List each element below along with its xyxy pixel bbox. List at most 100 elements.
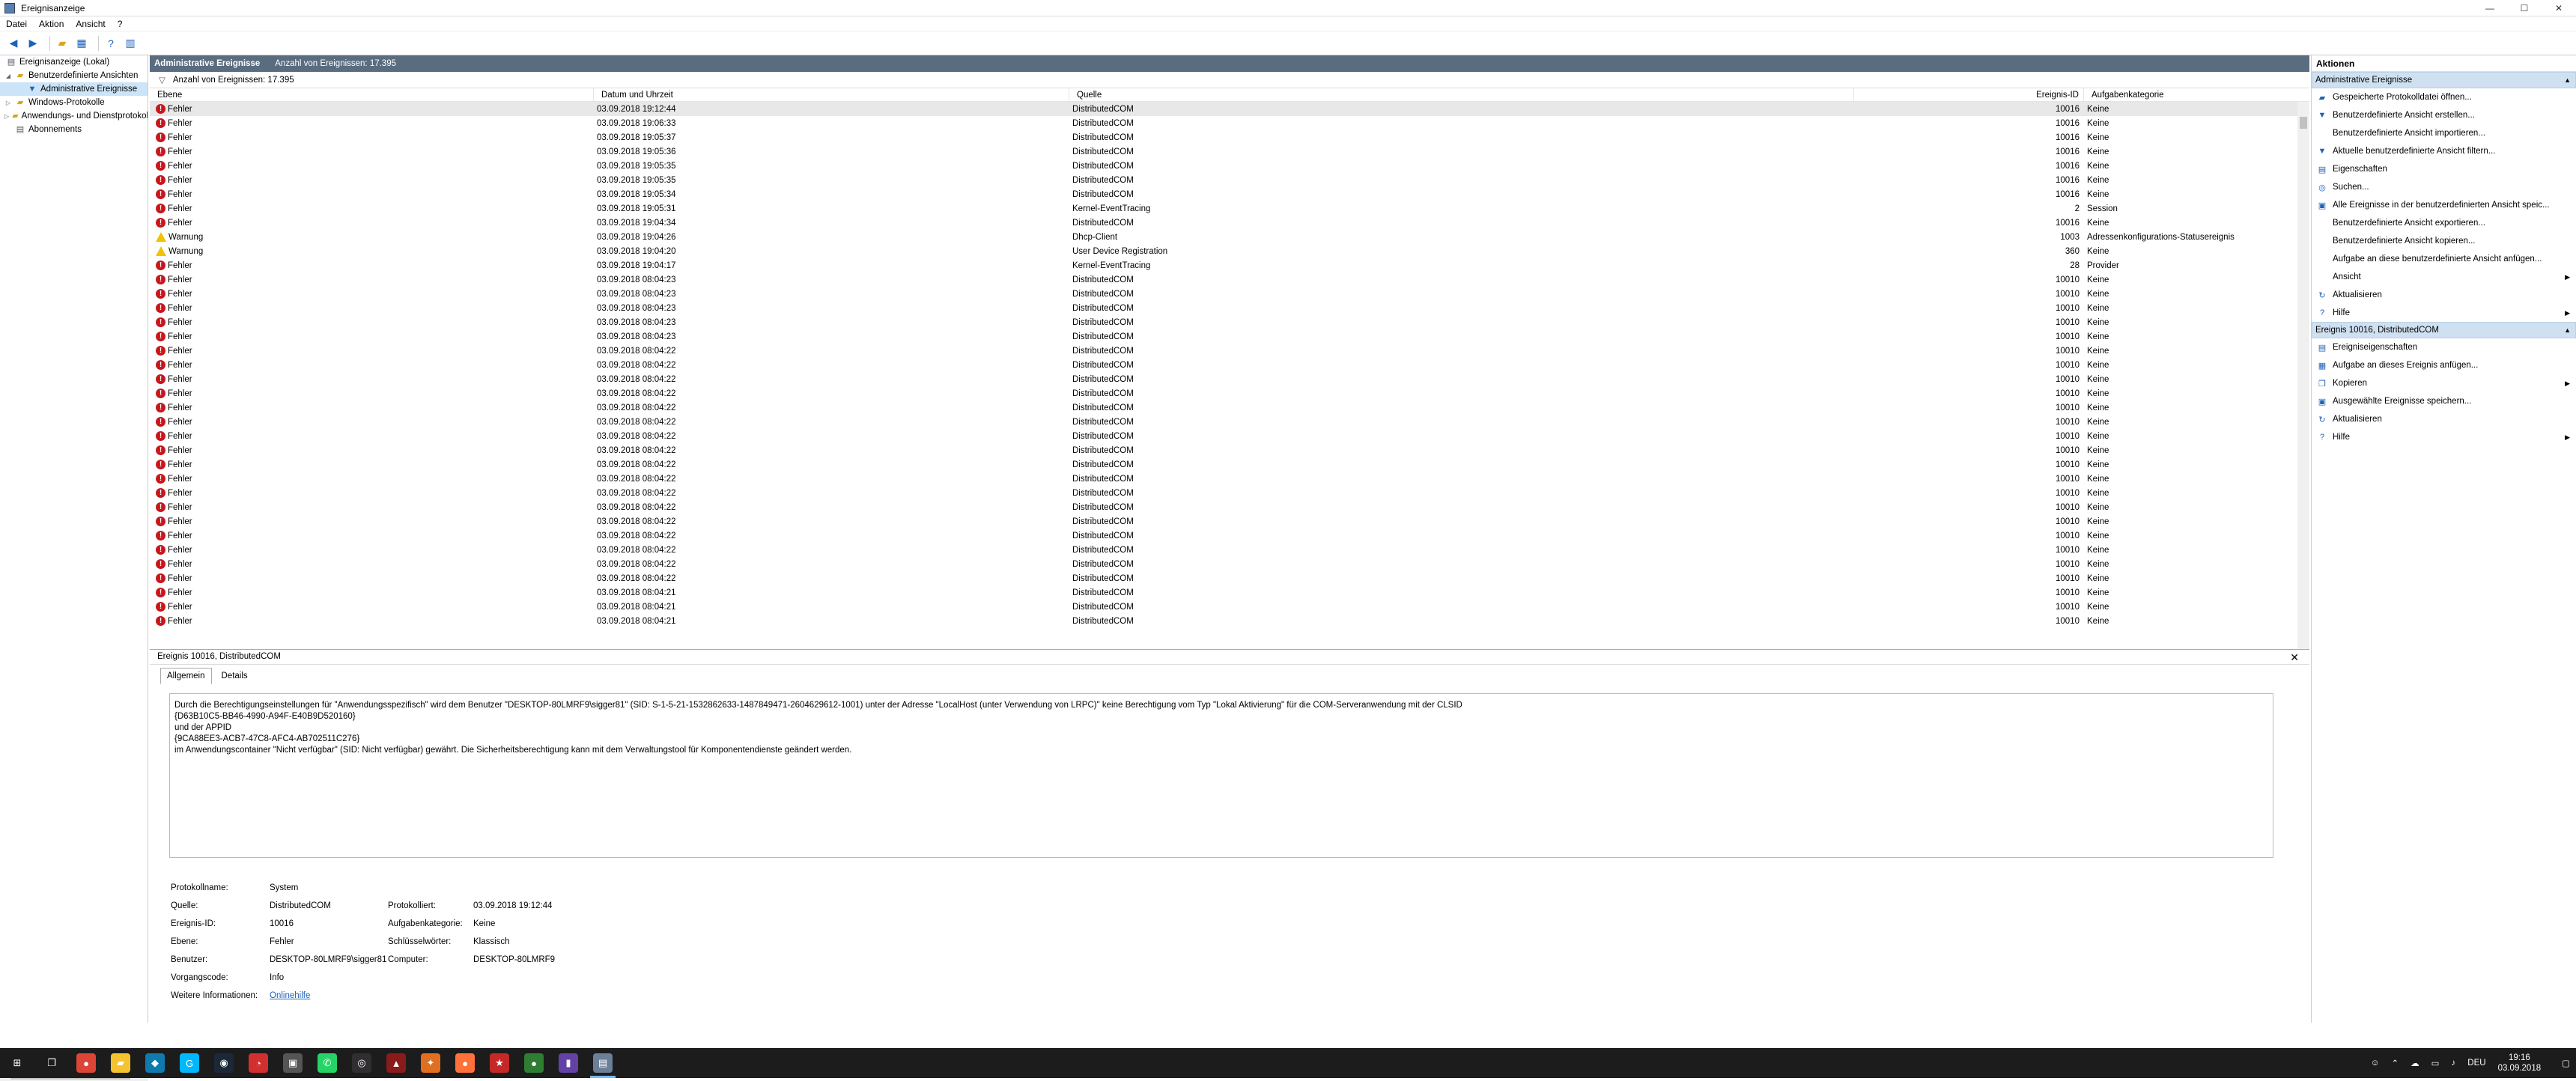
start-icon[interactable]: ⊞ <box>0 1048 34 1078</box>
table-row[interactable]: ! Fehler 03.09.2018 08:04:22 DistributedCOM… <box>150 472 2309 486</box>
action-item[interactable]: ▦ Aufgabe an dieses Ereignis anfügen... <box>2312 356 2576 374</box>
task-view-icon[interactable]: ❐ <box>34 1048 69 1078</box>
person-icon[interactable]: ☺ <box>2371 1059 2380 1068</box>
scrollbar-thumb[interactable] <box>2300 117 2307 129</box>
column-date[interactable]: Datum und Uhrzeit <box>594 88 1069 101</box>
action-item[interactable]: ▣ Alle Ereignisse in der benutzerdefinier… <box>2312 196 2576 214</box>
table-row[interactable]: ! Fehler 03.09.2018 19:12:44 DistributedCOM… <box>150 102 2309 116</box>
minimize-button[interactable]: — <box>2473 0 2507 16</box>
help-icon[interactable]: ? <box>103 36 118 51</box>
tree-subscriptions[interactable]: ▤ Abonnements <box>0 123 148 136</box>
speedometer-icon[interactable]: ◔ <box>241 1048 276 1078</box>
tree-app-logs[interactable]: ▷ ▰ Anwendungs- und Dienstprotokolle <box>0 109 148 123</box>
action-item[interactable]: ❐ Kopieren ▶ <box>2312 374 2576 392</box>
explorer-icon[interactable]: ▰ <box>103 1048 138 1078</box>
action-item[interactable]: ◎ Suchen... <box>2312 178 2576 196</box>
cloud-icon[interactable]: ☁ <box>2411 1058 2419 1068</box>
table-row[interactable]: ! Fehler 03.09.2018 08:04:22 DistributedCOM… <box>150 372 2309 386</box>
tree-admin-events[interactable]: ▼ Administrative Ereignisse <box>0 82 148 96</box>
online-help-link[interactable]: Onlinehilfe <box>270 991 388 1000</box>
action-item[interactable]: ▼ Aktuelle benutzerdefinierte Ansicht fil… <box>2312 142 2576 160</box>
tree-windows-logs[interactable]: ▷ ▰ Windows-Protokolle <box>0 96 148 109</box>
table-row[interactable]: ! Fehler 03.09.2018 08:04:22 DistributedCOM… <box>150 386 2309 401</box>
table-row[interactable]: Warnung 03.09.2018 19:04:26 Dhcp-Client 100… <box>150 230 2309 244</box>
whatsapp-icon[interactable]: ✆ <box>310 1048 344 1078</box>
firefox-icon[interactable]: ● <box>448 1048 482 1078</box>
folder-icon[interactable]: ▰ <box>55 36 70 51</box>
action-item[interactable]: Benutzerdefinierte Ansicht kopieren... <box>2312 232 2576 250</box>
action-item[interactable]: ↻ Aktualisieren <box>2312 410 2576 428</box>
table-row[interactable]: ! Fehler 03.09.2018 19:05:35 DistributedCOM… <box>150 159 2309 173</box>
chevron-up-icon[interactable]: ▲ <box>2564 76 2571 84</box>
maximize-button[interactable]: ☐ <box>2507 0 2542 16</box>
menu-aktion[interactable]: Aktion <box>39 19 64 29</box>
menu-ansicht[interactable]: Ansicht <box>76 19 105 29</box>
network-icon[interactable]: ▭ <box>2431 1058 2440 1068</box>
table-row[interactable]: ! Fehler 03.09.2018 08:04:22 DistributedCOM… <box>150 429 2309 443</box>
column-level[interactable]: Ebene <box>150 88 594 101</box>
action-item[interactable]: ▤ Eigenschaften <box>2312 160 2576 178</box>
tools-icon[interactable]: ✦ <box>413 1048 448 1078</box>
notification-icon[interactable]: ▢ <box>2562 1058 2570 1068</box>
table-row[interactable]: ! Fehler 03.09.2018 19:05:36 DistributedCOM… <box>150 144 2309 159</box>
chrome-icon[interactable]: ● <box>69 1048 103 1078</box>
table-row[interactable]: ! Fehler 03.09.2018 08:04:22 DistributedCOM… <box>150 358 2309 372</box>
clock[interactable]: 19:16 03.09.2018 <box>2492 1053 2548 1074</box>
column-task-category[interactable]: Aufgabenkategorie <box>2084 88 2294 101</box>
table-row[interactable]: ! Fehler 03.09.2018 08:04:22 DistributedCOM… <box>150 415 2309 429</box>
table-row[interactable]: ! Fehler 03.09.2018 08:04:23 DistributedCOM… <box>150 301 2309 315</box>
table-row[interactable]: ! Fehler 03.09.2018 19:05:35 DistributedCOM… <box>150 173 2309 187</box>
table-row[interactable]: ! Fehler 03.09.2018 19:06:33 DistributedCOM… <box>150 116 2309 130</box>
action-item[interactable]: ? Hilfe ▶ <box>2312 428 2576 446</box>
volume-icon[interactable]: ♪ <box>2452 1059 2456 1068</box>
tab-details[interactable]: Details <box>215 668 255 684</box>
greenshot-icon[interactable]: ● <box>517 1048 551 1078</box>
table-row[interactable]: ! Fehler 03.09.2018 08:04:21 DistributedCOM… <box>150 585 2309 600</box>
table-row[interactable]: ! Fehler 03.09.2018 19:05:31 Kernel-EventTr… <box>150 201 2309 216</box>
chevron-up-icon[interactable]: ⌃ <box>2392 1058 2399 1068</box>
event-list-vertical-scrollbar[interactable] <box>2297 102 2309 649</box>
action-item[interactable]: Ansicht ▶ <box>2312 268 2576 286</box>
tree-custom-views[interactable]: ◢ ▰ Benutzerdefinierte Ansichten <box>0 69 148 82</box>
actions-section-event[interactable]: Ereignis 10016, DistributedCOM ▲ <box>2312 322 2576 338</box>
tab-general[interactable]: Allgemein <box>160 668 212 684</box>
twitch-icon[interactable]: ▮ <box>551 1048 586 1078</box>
actions-section-view[interactable]: Administrative Ereignisse ▲ <box>2312 72 2576 88</box>
action-item[interactable]: ▰ Gespeicherte Protokolldatei öffnen... <box>2312 88 2576 106</box>
table-row[interactable]: ! Fehler 03.09.2018 08:04:23 DistributedCOM… <box>150 272 2309 287</box>
table-row[interactable]: ! Fehler 03.09.2018 08:04:23 DistributedCOM… <box>150 329 2309 344</box>
column-source[interactable]: Quelle <box>1069 88 1854 101</box>
action-item[interactable]: ? Hilfe ▶ <box>2312 304 2576 322</box>
action-item[interactable]: ▤ Ereigniseigenschaften <box>2312 338 2576 356</box>
close-button[interactable]: ✕ <box>2542 0 2576 16</box>
table-row[interactable]: ! Fehler 03.09.2018 08:04:22 DistributedCOM… <box>150 557 2309 571</box>
table-row[interactable]: ! Fehler 03.09.2018 19:04:34 DistributedCOM… <box>150 216 2309 230</box>
tree-root[interactable]: ▤ Ereignisanzeige (Lokal) <box>0 55 148 69</box>
table-row[interactable]: ! Fehler 03.09.2018 08:04:21 DistributedCOM… <box>150 614 2309 628</box>
language-indicator[interactable]: DEU <box>2467 1059 2485 1068</box>
table-row[interactable]: ! Fehler 03.09.2018 19:04:17 Kernel-EventTr… <box>150 258 2309 272</box>
chevron-up-icon[interactable]: ▲ <box>2564 326 2571 334</box>
steam-icon[interactable]: ◉ <box>207 1048 241 1078</box>
table-row[interactable]: ! Fehler 03.09.2018 08:04:22 DistributedCOM… <box>150 344 2309 358</box>
table-row[interactable]: ! Fehler 03.09.2018 08:04:22 DistributedCOM… <box>150 571 2309 585</box>
bookmark-icon[interactable]: ★ <box>482 1048 517 1078</box>
forward-icon[interactable]: ▶ <box>25 36 40 51</box>
table-row[interactable]: ! Fehler 03.09.2018 08:04:22 DistributedCOM… <box>150 486 2309 500</box>
column-event-id[interactable]: Ereignis-ID <box>1854 88 2084 101</box>
table-row[interactable]: ! Fehler 03.09.2018 08:04:23 DistributedCOM… <box>150 287 2309 301</box>
action-item[interactable]: Benutzerdefinierte Ansicht importieren..… <box>2312 124 2576 142</box>
app-red-icon[interactable]: ▲ <box>379 1048 413 1078</box>
panel-icon[interactable]: ▥ <box>123 36 138 51</box>
table-row[interactable]: ! Fehler 03.09.2018 08:04:22 DistributedCOM… <box>150 543 2309 557</box>
table-row[interactable]: ! Fehler 03.09.2018 08:04:23 DistributedCOM… <box>150 315 2309 329</box>
obs-icon[interactable]: ◎ <box>344 1048 379 1078</box>
table-row[interactable]: ! Fehler 03.09.2018 08:04:22 DistributedCOM… <box>150 443 2309 457</box>
chevron-right-icon[interactable]: ▷ <box>4 100 12 106</box>
action-item[interactable]: ↻ Aktualisieren <box>2312 286 2576 304</box>
table-row[interactable]: Warnung 03.09.2018 19:04:20 User Device Re… <box>150 244 2309 258</box>
menu-datei[interactable]: Datei <box>6 19 27 29</box>
action-item[interactable]: ▼ Benutzerdefinierte Ansicht erstellen... <box>2312 106 2576 124</box>
table-row[interactable]: ! Fehler 03.09.2018 08:04:22 DistributedCOM… <box>150 457 2309 472</box>
menu-help[interactable]: ? <box>118 19 123 29</box>
